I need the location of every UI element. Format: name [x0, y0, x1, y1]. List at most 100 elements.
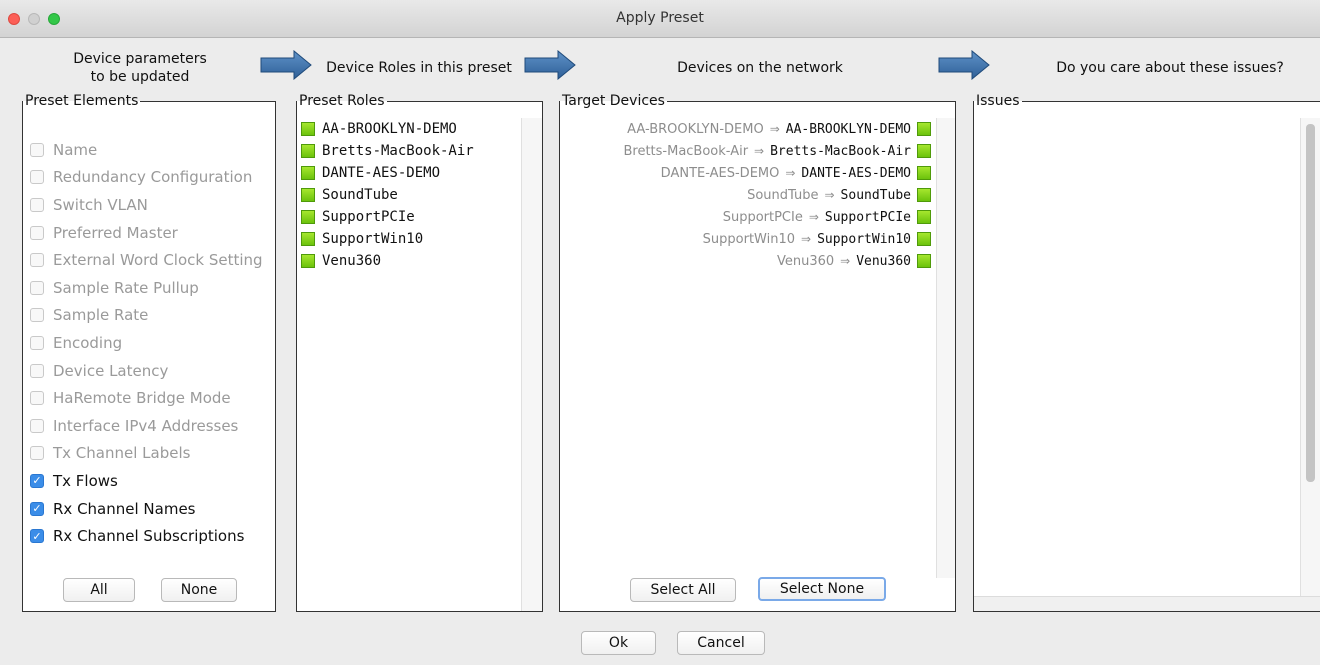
ok-button[interactable]: Ok [581, 631, 656, 655]
preset-element-item[interactable]: Tx Channel Labels [23, 440, 263, 468]
preset-role-item[interactable]: DANTE-AES-DEMO [301, 162, 474, 184]
checkbox-unchecked[interactable] [30, 363, 44, 378]
preset-role-label: AA-BROOKLYN-DEMO [322, 121, 457, 137]
target-device-name: Venu360 [856, 253, 911, 269]
preset-element-label: HaRemote Bridge Mode [53, 389, 231, 408]
target-devices-list: AA-BROOKLYN-DEMO ⇒ AA-BROOKLYN-DEMO Bretts-… [623, 118, 931, 272]
status-ok-icon [301, 210, 315, 224]
preset-element-item[interactable]: HaRemote Bridge Mode [23, 384, 263, 412]
step-arrow-icon [938, 50, 990, 80]
target-device-name: Bretts-MacBook-Air [770, 143, 911, 159]
issues-panel: Issues [973, 94, 1320, 612]
preset-role-label: SupportPCIe [322, 209, 415, 225]
cancel-button[interactable]: Cancel [677, 631, 765, 655]
targets-scrollbar[interactable] [936, 118, 955, 578]
preset-element-item[interactable]: Name [23, 136, 263, 164]
preset-element-label: Rx Channel Subscriptions [53, 527, 245, 546]
preset-element-item[interactable]: Redundancy Configuration [23, 164, 263, 192]
target-device-name: SupportWin10 [817, 231, 911, 247]
step-device-roles: Device Roles in this preset [326, 60, 512, 76]
status-ok-icon [917, 166, 931, 180]
target-device-item[interactable]: SoundTube ⇒ SoundTube [623, 184, 931, 206]
preset-element-label: External Word Clock Setting [53, 251, 263, 270]
status-ok-icon [917, 144, 931, 158]
checkbox-checked[interactable]: ✓ [30, 501, 44, 516]
issues-scroll-thumb[interactable] [1306, 124, 1315, 482]
checkbox-unchecked[interactable] [30, 197, 44, 212]
preset-element-item[interactable]: Interface IPv4 Addresses [23, 412, 263, 440]
preset-role-label: Bretts-MacBook-Air [322, 143, 474, 159]
checkbox-unchecked[interactable] [30, 446, 44, 461]
target-device-item[interactable]: AA-BROOKLYN-DEMO ⇒ AA-BROOKLYN-DEMO [623, 118, 931, 140]
preset-element-label: Encoding [53, 333, 123, 352]
preset-element-item[interactable]: Sample Rate Pullup [23, 274, 263, 302]
target-device-item[interactable]: SupportWin10 ⇒ SupportWin10 [623, 228, 931, 250]
issues-vertical-scrollbar[interactable] [1300, 118, 1320, 597]
issues-legend: Issues [976, 93, 1020, 109]
preset-element-item[interactable]: External Word Clock Setting [23, 246, 263, 274]
preset-element-item[interactable]: Switch VLAN [23, 191, 263, 219]
checkbox-unchecked[interactable] [30, 308, 44, 323]
select-all-button[interactable]: Select All [630, 578, 736, 602]
status-ok-icon [301, 166, 315, 180]
preset-element-item[interactable]: Device Latency [23, 357, 263, 385]
target-device-name: SupportPCIe [824, 209, 911, 225]
target-device-item[interactable]: SupportPCIe ⇒ SupportPCIe [623, 206, 931, 228]
preset-role-item[interactable]: SupportWin10 [301, 228, 474, 250]
preset-element-label: Preferred Master [53, 223, 178, 242]
preset-element-label: Tx Flows [53, 471, 118, 490]
checkbox-unchecked[interactable] [30, 335, 44, 350]
checkbox-unchecked[interactable] [30, 280, 44, 295]
checkbox-unchecked[interactable] [30, 418, 44, 433]
mapping-arrow-icon: ⇒ [824, 188, 835, 202]
window-title: Apply Preset [616, 10, 704, 26]
preset-element-item[interactable]: ✓ Rx Channel Subscriptions [23, 522, 263, 550]
status-ok-icon [917, 232, 931, 246]
preset-roles-legend: Preset Roles [299, 93, 385, 109]
preset-role-item[interactable]: Bretts-MacBook-Air [301, 140, 474, 162]
preset-element-item[interactable]: ✓ Tx Flows [23, 467, 263, 495]
preset-role-item[interactable]: AA-BROOKLYN-DEMO [301, 118, 474, 140]
preset-element-item[interactable]: ✓ Rx Channel Names [23, 495, 263, 523]
status-ok-icon [301, 232, 315, 246]
step-care-about-issues: Do you care about these issues? [1056, 60, 1284, 76]
target-device-item[interactable]: Bretts-MacBook-Air ⇒ Bretts-MacBook-Air [623, 140, 931, 162]
checkbox-unchecked[interactable] [30, 391, 44, 406]
preset-role-label: SoundTube [322, 187, 398, 203]
checkbox-unchecked[interactable] [30, 170, 44, 185]
preset-role-item[interactable]: Venu360 [301, 250, 474, 272]
status-ok-icon [301, 254, 315, 268]
preset-elements-panel: Preset Elements Name Redundancy Configura… [22, 94, 276, 612]
preset-elements-legend: Preset Elements [25, 93, 139, 109]
preset-element-label: Sample Rate Pullup [53, 278, 199, 297]
mapping-arrow-icon: ⇒ [840, 254, 851, 268]
target-device-item[interactable]: DANTE-AES-DEMO ⇒ DANTE-AES-DEMO [623, 162, 931, 184]
roles-scrollbar[interactable] [521, 118, 542, 611]
status-ok-icon [301, 188, 315, 202]
checkbox-checked[interactable]: ✓ [30, 473, 44, 488]
mapping-arrow-icon: ⇒ [785, 166, 796, 180]
target-device-item[interactable]: Venu360 ⇒ Venu360 [623, 250, 931, 272]
checkbox-unchecked[interactable] [30, 225, 44, 240]
select-none-button[interactable]: Select None [758, 577, 886, 601]
checkbox-unchecked[interactable] [30, 142, 44, 157]
step-device-parameters: Device parameters to be updated [40, 50, 240, 86]
preset-element-label: Sample Rate [53, 306, 149, 325]
target-device-source: DANTE-AES-DEMO [660, 165, 780, 181]
preset-role-item[interactable]: SoundTube [301, 184, 474, 206]
step-device-parameters-line2: to be updated [90, 69, 190, 85]
none-button[interactable]: None [161, 578, 237, 602]
issues-horizontal-scrollbar[interactable] [974, 596, 1320, 611]
status-ok-icon [917, 122, 931, 136]
mapping-arrow-icon: ⇒ [754, 144, 765, 158]
preset-role-label: DANTE-AES-DEMO [322, 165, 441, 181]
preset-element-item[interactable]: Preferred Master [23, 219, 263, 247]
preset-element-item[interactable]: Encoding [23, 329, 263, 357]
preset-role-label: Venu360 [322, 253, 382, 269]
preset-role-item[interactable]: SupportPCIe [301, 206, 474, 228]
all-button[interactable]: All [63, 578, 135, 602]
checkbox-unchecked[interactable] [30, 253, 44, 268]
checkbox-checked[interactable]: ✓ [30, 529, 44, 544]
status-ok-icon [301, 144, 315, 158]
preset-element-item[interactable]: Sample Rate [23, 302, 263, 330]
